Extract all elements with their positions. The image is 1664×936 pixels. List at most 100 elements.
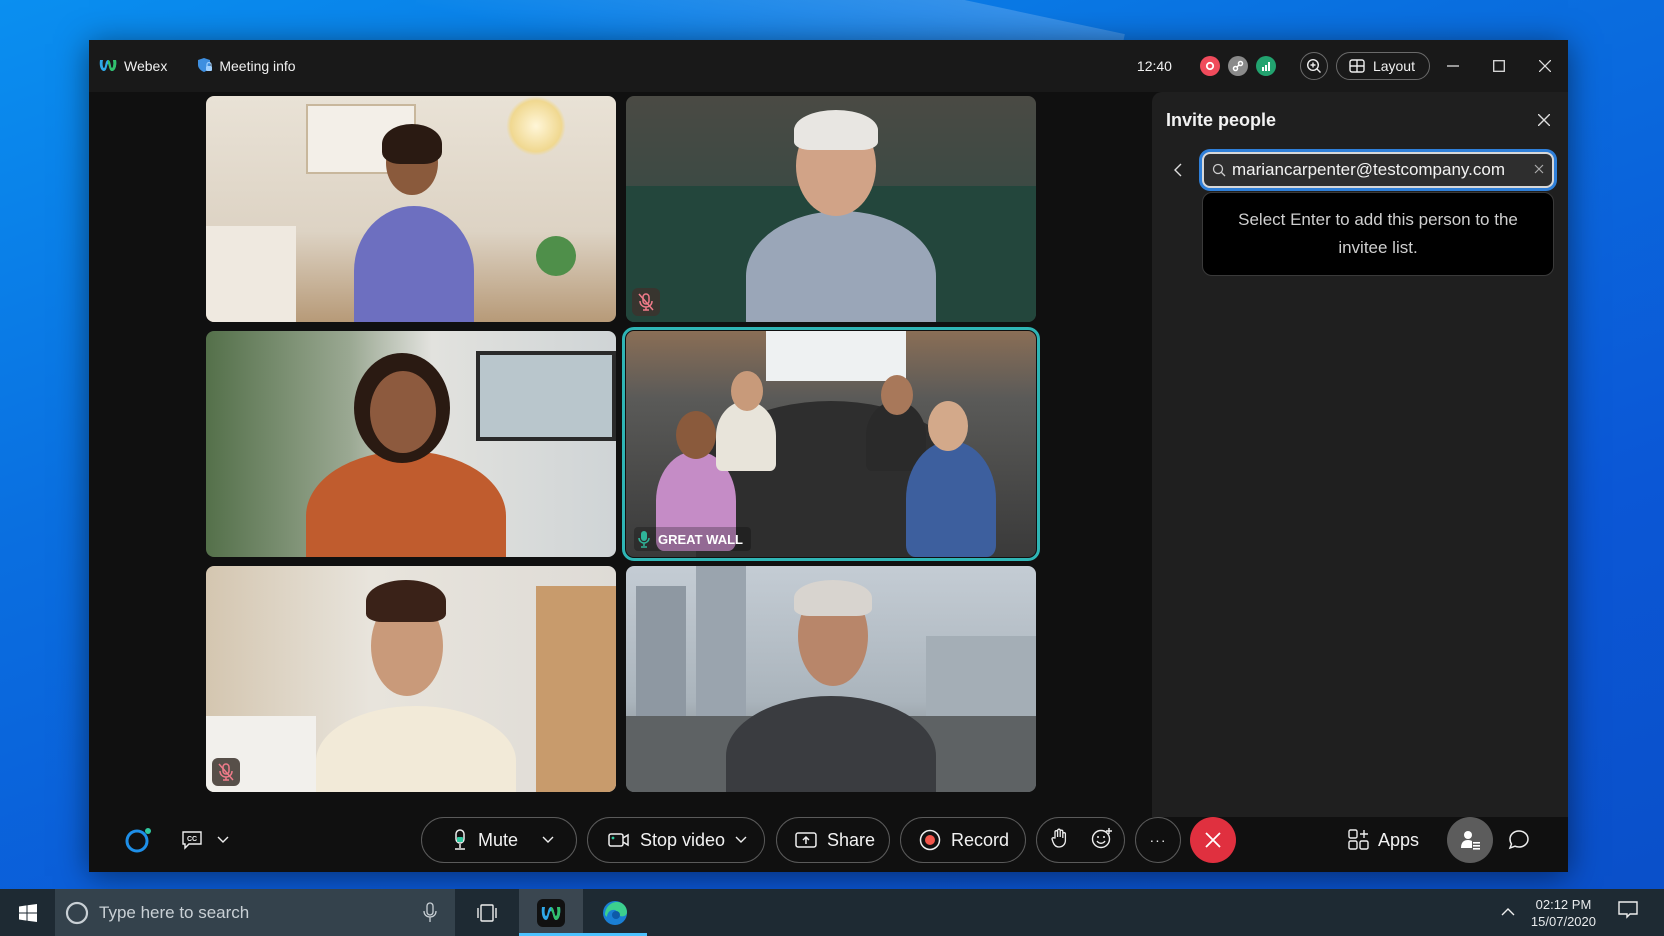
record-icon [919,829,941,851]
record-label: Record [951,829,1010,850]
link-status-icon[interactable] [1227,56,1248,76]
participant-video [626,566,1036,792]
share-button[interactable]: Share [776,817,890,863]
task-view-icon [477,903,497,922]
webex-app-icon [537,898,565,927]
meeting-controls-toolbar: CC Mute Stop video Share Record ··· Apps [89,807,1568,872]
participants-icon [1461,831,1480,850]
muted-indicator [632,288,660,316]
mute-button[interactable]: Mute [421,817,577,863]
recording-status-icon[interactable] [1199,56,1220,76]
shield-lock-icon [197,57,213,76]
taskbar-edge-browser[interactable] [583,889,647,936]
stop-video-button[interactable]: Stop video [587,817,765,863]
chevron-left-icon [1174,163,1182,177]
webex-logo-icon [98,57,118,76]
participants-button[interactable] [1447,817,1493,863]
maximize-icon [1493,60,1505,72]
mic-active-icon [638,531,650,548]
webex-meeting-window: Webex Meeting info 12:40 Layout GREAT WA… [89,40,1568,872]
video-tile[interactable] [206,331,616,557]
stop-video-label: Stop video [640,829,726,850]
meeting-info-button[interactable]: Meeting info [197,57,296,76]
windows-logo-icon [18,903,37,922]
layout-label: Layout [1372,58,1415,74]
reactions-button[interactable] [1091,827,1113,854]
assistant-icon [125,828,151,853]
apps-icon [1348,829,1369,850]
taskbar-time: 02:12 PM [1535,896,1592,912]
close-panel-button[interactable] [1532,108,1556,132]
cortana-icon [65,901,89,924]
start-button[interactable] [0,889,55,936]
video-tile[interactable] [626,566,1036,792]
layout-button[interactable]: Layout [1335,52,1430,80]
meeting-info-label: Meeting info [219,58,296,74]
share-screen-icon [795,832,817,848]
microphone-icon [455,829,465,850]
maximize-button[interactable] [1476,40,1522,92]
closed-captions-icon: CC [182,831,202,850]
participant-video [206,566,616,792]
taskbar-date: 15/07/2020 [1530,913,1596,929]
taskbar-webex-app[interactable] [519,889,583,936]
close-window-button[interactable] [1522,40,1568,92]
closed-captions-button[interactable]: CC [181,817,229,863]
network-health-icon[interactable] [1255,56,1276,76]
invite-search-field[interactable] [1202,152,1554,188]
video-camera-icon [608,833,629,847]
apps-button[interactable]: Apps [1348,817,1419,863]
back-button[interactable] [1168,158,1188,182]
webex-app-button[interactable]: Webex [98,57,167,76]
more-options-button[interactable]: ··· [1135,817,1181,863]
minimize-icon [1447,65,1459,67]
invite-search-input[interactable] [1232,160,1534,180]
app-name: Webex [124,58,168,74]
share-label: Share [826,829,875,850]
microphone-icon [423,901,437,922]
muted-indicator [212,758,240,786]
mute-label: Mute [478,829,519,850]
close-icon [1205,832,1221,848]
emoji-add-icon [1091,827,1112,848]
record-button[interactable]: Record [900,817,1026,863]
chat-bubble-icon [1508,830,1529,850]
show-hidden-icons-button[interactable] [1501,904,1515,922]
mic-muted-icon [218,763,234,781]
participant-video [206,331,616,557]
video-tile[interactable] [206,96,616,322]
end-call-button[interactable] [1190,817,1236,863]
action-center-button[interactable] [1618,901,1638,924]
chat-button[interactable] [1496,817,1542,863]
windows-taskbar: Type here to search 02:12 PM 15/07/2020 [0,889,1664,936]
system-tray: 02:12 PM 15/07/2020 [1501,889,1664,936]
webex-assistant-button[interactable] [115,817,161,863]
chevron-down-icon [542,836,554,843]
invite-people-panel: Invite people Select Enter to add this p… [1152,92,1568,817]
raise-hand-button[interactable] [1051,828,1067,853]
minimize-button[interactable] [1430,40,1476,92]
taskbar-clock[interactable]: 02:12 PM 15/07/2020 [1531,896,1596,930]
task-view-button[interactable] [455,889,519,936]
participant-video [626,96,1036,322]
chevron-down-icon [735,836,747,843]
mic-muted-icon [638,293,654,311]
video-tile[interactable] [206,566,616,792]
clear-input-button[interactable] [1534,161,1544,179]
svg-text:CC: CC [187,836,197,843]
invite-suggestion[interactable]: Select Enter to add this person to the i… [1202,192,1554,276]
video-tile-active-speaker[interactable]: GREAT WALL [622,327,1040,561]
video-tile[interactable] [626,96,1036,322]
zoom-in-button[interactable] [1299,52,1328,80]
zoom-in-icon [1306,58,1321,73]
participant-name: GREAT WALL [658,531,743,547]
apps-label: Apps [1378,829,1420,850]
notifications-icon [1618,901,1638,919]
title-bar: Webex Meeting info 12:40 Layout [89,40,1568,92]
participant-video [206,96,616,322]
edge-browser-icon [603,900,627,925]
taskbar-search-box[interactable]: Type here to search [55,889,455,936]
search-icon [1212,163,1226,177]
panel-title: Invite people [1166,110,1277,130]
close-icon [1538,114,1550,126]
